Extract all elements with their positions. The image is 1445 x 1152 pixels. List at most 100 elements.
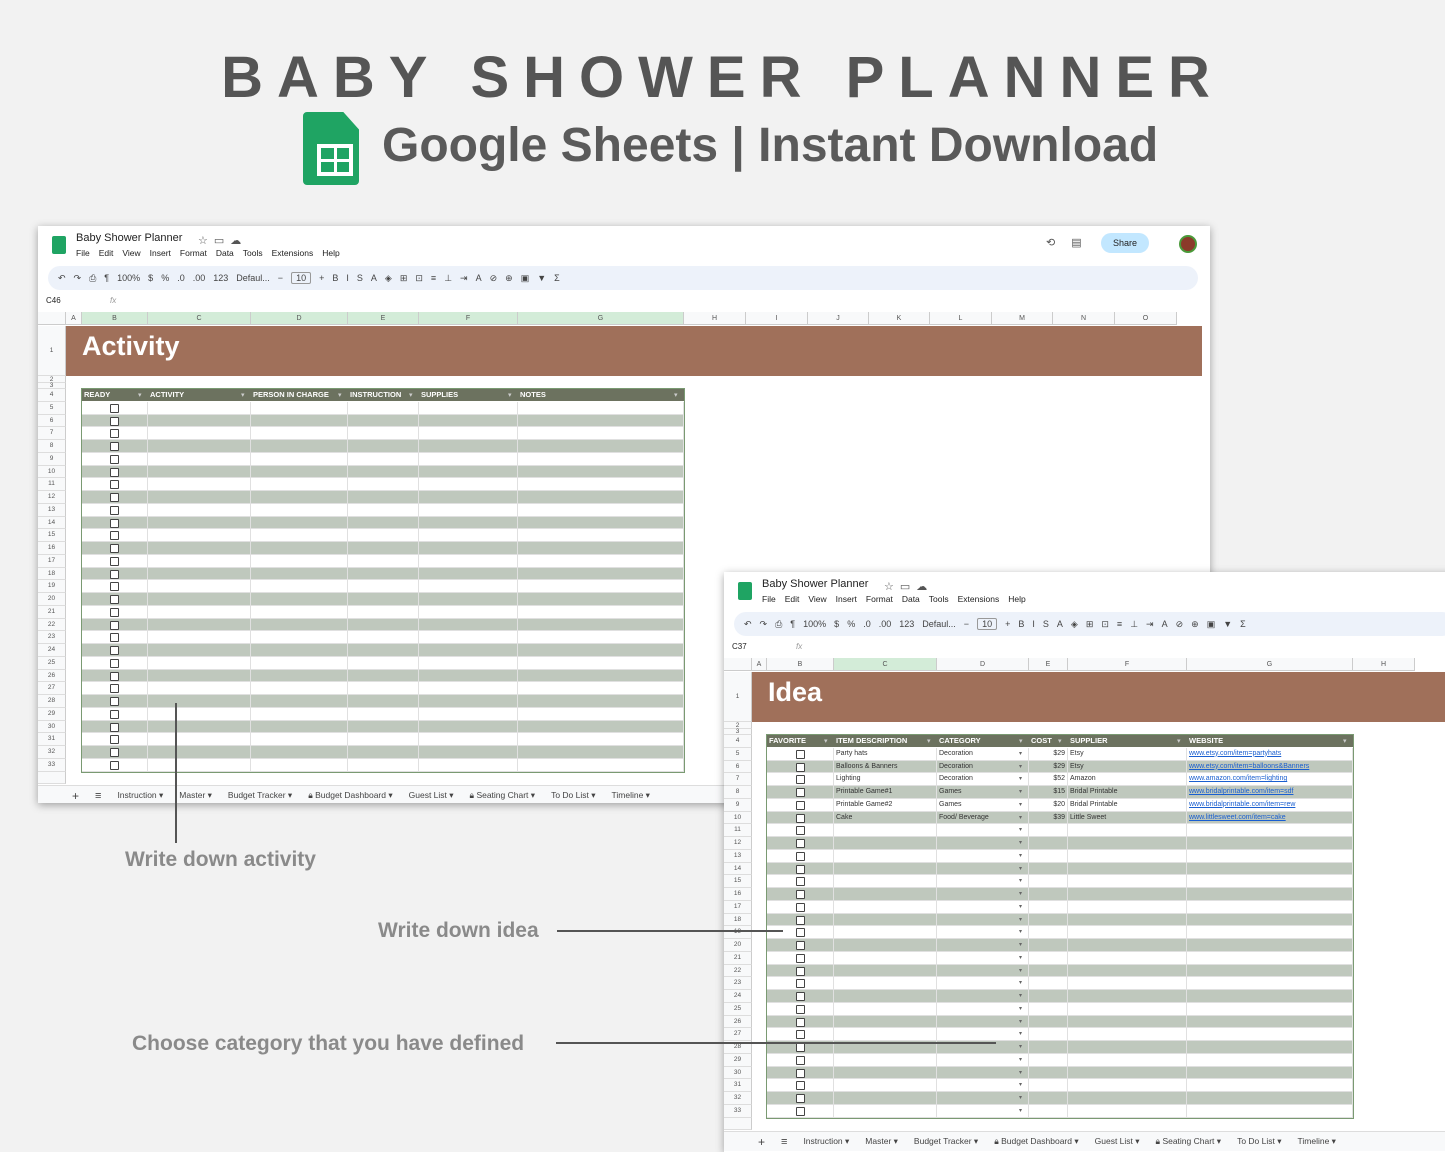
checkbox[interactable] — [110, 697, 119, 706]
row-header[interactable]: 27 — [724, 1028, 752, 1041]
row-header[interactable]: 28 — [38, 695, 66, 708]
table-cell[interactable] — [148, 631, 251, 644]
table-cell[interactable] — [251, 542, 348, 555]
dropdown-chevron-icon[interactable]: ▾ — [1019, 901, 1022, 913]
table-cell[interactable] — [251, 644, 348, 657]
select-all-corner[interactable] — [38, 312, 66, 325]
table-cell[interactable] — [937, 837, 1029, 850]
table-cell[interactable] — [348, 746, 419, 759]
table-cell[interactable] — [834, 824, 937, 837]
checkbox[interactable] — [110, 620, 119, 630]
dropdown-chevron-icon[interactable]: ▾ — [1019, 965, 1022, 977]
filter-icon[interactable]: ▾ — [338, 391, 342, 399]
table-cell[interactable] — [937, 875, 1029, 888]
row-header[interactable]: 30 — [724, 1066, 752, 1080]
menu-insert[interactable]: Insert — [150, 248, 171, 258]
row-header[interactable]: 16 — [724, 888, 752, 901]
column-header-O[interactable]: O — [1115, 312, 1177, 325]
table-cell[interactable] — [1068, 1053, 1187, 1067]
table-cell[interactable] — [834, 1002, 937, 1016]
table-cell[interactable] — [1187, 926, 1353, 939]
table-cell[interactable] — [834, 1092, 937, 1105]
functions-icon[interactable]: Σ — [554, 273, 560, 283]
row-header[interactable]: 17 — [724, 900, 752, 914]
table-cell[interactable] — [251, 733, 348, 746]
zoom-select[interactable]: 100% — [117, 273, 140, 283]
row-header[interactable]: 24 — [724, 990, 752, 1003]
table-cell[interactable] — [251, 529, 348, 542]
tab-timeline[interactable]: Timeline ▾ — [1298, 1136, 1336, 1147]
menu-file[interactable]: File — [76, 248, 90, 258]
chart-icon[interactable]: ▣ — [521, 273, 530, 284]
table-cell[interactable] — [834, 1028, 937, 1041]
table-header-cell[interactable]: PERSON IN CHARGE — [251, 389, 348, 401]
table-cell[interactable] — [937, 990, 1029, 1003]
history-icon[interactable]: ⟲ — [1046, 236, 1055, 249]
dropdown-chevron-icon[interactable]: ▾ — [1019, 786, 1022, 798]
menu-format[interactable]: Format — [866, 594, 893, 604]
table-cell[interactable] — [419, 516, 518, 530]
row-header[interactable]: 12 — [38, 491, 66, 504]
table-cell[interactable] — [348, 618, 419, 632]
name-box[interactable]: C37 — [732, 642, 747, 651]
table-cell[interactable]: Little Sweet — [1068, 811, 1187, 825]
checkbox[interactable] — [110, 722, 119, 732]
table-cell[interactable] — [148, 580, 251, 593]
table-cell[interactable] — [1029, 939, 1068, 952]
checkbox[interactable] — [795, 1106, 805, 1116]
checkbox[interactable] — [795, 749, 805, 759]
row-header[interactable]: 1 — [724, 672, 752, 722]
column-header-J[interactable]: J — [808, 312, 869, 325]
row-header[interactable]: 6 — [724, 760, 752, 774]
row-header[interactable]: 1 — [38, 326, 66, 376]
row-header[interactable]: 13 — [724, 849, 752, 863]
table-cell[interactable] — [148, 618, 251, 632]
filter-icon[interactable]: ▾ — [409, 391, 413, 399]
table-cell[interactable] — [419, 644, 518, 657]
column-header-N[interactable]: N — [1053, 312, 1115, 325]
table-cell[interactable] — [1187, 977, 1353, 990]
sheets-logo-icon[interactable] — [52, 236, 66, 254]
strikethrough-icon[interactable]: S — [1043, 619, 1049, 629]
table-cell[interactable] — [148, 554, 251, 568]
star-icon[interactable]: ☆ — [198, 234, 208, 247]
row-header[interactable]: 9 — [724, 798, 752, 812]
row-header[interactable]: 29 — [38, 707, 66, 721]
link-icon[interactable]: ⊘ — [490, 273, 498, 284]
table-cell[interactable] — [518, 465, 684, 479]
table-cell[interactable] — [251, 401, 348, 415]
table-cell[interactable] — [834, 1066, 937, 1080]
table-cell[interactable] — [1068, 964, 1187, 978]
table-cell[interactable]: Printable Game#1 — [834, 786, 937, 799]
menu-help[interactable]: Help — [1008, 594, 1025, 604]
bold-icon[interactable]: B — [332, 273, 338, 283]
zoom-select[interactable]: 100% — [803, 619, 826, 629]
checkbox[interactable] — [110, 518, 119, 528]
table-cell[interactable] — [348, 593, 419, 606]
table-cell[interactable] — [148, 567, 251, 581]
menu-extensions[interactable]: Extensions — [272, 248, 314, 258]
table-cell[interactable] — [419, 414, 518, 428]
checkbox[interactable] — [795, 992, 805, 1001]
table-cell[interactable] — [419, 656, 518, 670]
column-header-K[interactable]: K — [869, 312, 930, 325]
table-cell[interactable] — [348, 733, 419, 746]
table-cell[interactable] — [251, 580, 348, 593]
table-cell[interactable] — [348, 440, 419, 453]
row-header[interactable]: 23 — [724, 977, 752, 990]
wrap-icon[interactable]: ⇥ — [460, 273, 468, 284]
row-header[interactable]: 20 — [724, 939, 752, 952]
table-cell[interactable] — [419, 503, 518, 517]
table-cell[interactable] — [419, 746, 518, 759]
column-header-F[interactable]: F — [1068, 658, 1187, 671]
table-cell[interactable] — [518, 605, 684, 619]
row-header[interactable]: 9 — [38, 452, 66, 466]
table-cell[interactable] — [348, 669, 419, 683]
table-cell[interactable] — [518, 401, 684, 415]
table-cell[interactable] — [251, 427, 348, 440]
checkbox[interactable] — [795, 800, 805, 810]
table-cell[interactable]: Amazon — [1068, 773, 1187, 786]
table-cell[interactable] — [1187, 1002, 1353, 1016]
table-cell[interactable] — [1187, 875, 1353, 888]
checkbox[interactable] — [795, 941, 805, 950]
